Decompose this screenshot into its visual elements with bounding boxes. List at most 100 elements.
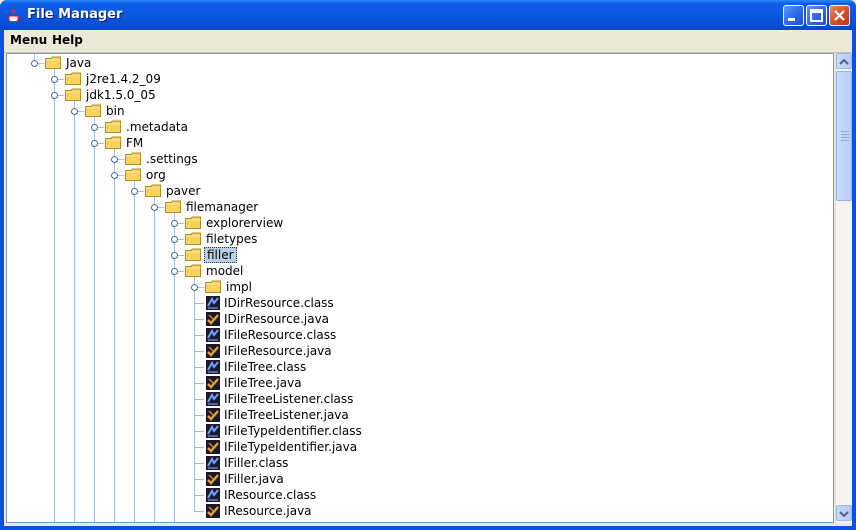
tree-node-label[interactable]: IFileTreeListener.class: [222, 391, 355, 407]
tree-node-label[interactable]: IFileTreeListener.java: [222, 407, 351, 423]
folder-icon: [205, 280, 221, 293]
java-file-icon: [206, 504, 220, 518]
tree-node-label[interactable]: j2re1.4.2_09: [84, 71, 163, 87]
collapse-handle-icon[interactable]: [171, 268, 178, 275]
tree-node-label[interactable]: explorerview: [204, 215, 285, 231]
tree-node-label[interactable]: IFileTypeIdentifier.java: [222, 439, 359, 455]
folder-icon: [65, 72, 81, 85]
tree-folder-node[interactable]: filemanager: [7, 199, 827, 215]
tree-file-node[interactable]: IFileTree.class: [7, 359, 827, 375]
tree-node-label[interactable]: bin: [104, 103, 127, 119]
collapse-handle-icon[interactable]: [31, 60, 38, 67]
tree-file-node[interactable]: IResource.class: [7, 487, 827, 503]
tree-file-node[interactable]: IFiller.java: [7, 471, 827, 487]
scroll-up-button[interactable]: [836, 53, 852, 69]
tree-connector-line: [194, 303, 204, 304]
menu-menu[interactable]: Menu: [10, 33, 47, 47]
tree-folder-node[interactable]: .settings: [7, 151, 827, 167]
expand-handle-icon[interactable]: [171, 220, 178, 227]
tree-node-label[interactable]: IFileResource.class: [222, 327, 338, 343]
tree-node-label[interactable]: model: [204, 263, 245, 279]
tree-node-label[interactable]: filemanager: [184, 199, 260, 215]
tree-folder-node[interactable]: filler: [7, 247, 827, 263]
collapse-handle-icon[interactable]: [131, 188, 138, 195]
tree-node-label[interactable]: FM: [124, 135, 145, 151]
tree-node-label[interactable]: .settings: [144, 151, 200, 167]
java-file-icon: [206, 408, 220, 422]
tree-folder-node[interactable]: explorerview: [7, 215, 827, 231]
folder-icon: [185, 232, 201, 245]
tree-node-label[interactable]: filetypes: [204, 231, 259, 247]
tree-folder-node[interactable]: bin: [7, 103, 827, 119]
tree-node-label[interactable]: IFileResource.java: [222, 343, 334, 359]
tree-file-node[interactable]: IDirResource.java: [7, 311, 827, 327]
class-file-icon: [206, 488, 220, 502]
minimize-button[interactable]: [783, 5, 804, 26]
tree-node-label[interactable]: IFiller.java: [222, 471, 286, 487]
tree-folder-node[interactable]: .metadata: [7, 119, 827, 135]
expand-handle-icon[interactable]: [51, 76, 58, 83]
collapse-handle-icon[interactable]: [51, 92, 58, 99]
java-cup-icon: [8, 8, 21, 22]
tree-node-label[interactable]: IFileTree.class: [222, 359, 308, 375]
tree-node-label[interactable]: IFileTree.java: [222, 375, 304, 391]
tree-node-label[interactable]: IFiller.class: [222, 455, 290, 471]
expand-handle-icon[interactable]: [111, 156, 118, 163]
tree-node-label[interactable]: impl: [224, 279, 254, 295]
java-file-icon: [206, 312, 220, 326]
tree-node-label[interactable]: .metadata: [124, 119, 190, 135]
scroll-down-button[interactable]: [836, 505, 852, 521]
close-button[interactable]: [829, 5, 850, 26]
tree-folder-node[interactable]: jdk1.5.0_05: [7, 87, 827, 103]
arrow-down-icon: [839, 511, 849, 518]
tree-file-node[interactable]: IFileResource.java: [7, 343, 827, 359]
tree-node-label[interactable]: jdk1.5.0_05: [84, 87, 158, 103]
window-client: Menu Help Java j2re1.4.2_09 jdk1.5.0_05 bin…: [4, 30, 852, 526]
tree-node-label[interactable]: IResource.java: [222, 503, 314, 519]
tree-folder-node[interactable]: impl: [7, 279, 827, 295]
tree-file-node[interactable]: IDirResource.class: [7, 295, 827, 311]
scroll-thumb[interactable]: [836, 71, 852, 201]
tree-node-label[interactable]: IDirResource.class: [222, 295, 336, 311]
tree-file-node[interactable]: IResource.java: [7, 503, 827, 519]
tree-node-label[interactable]: paver: [164, 183, 202, 199]
maximize-button[interactable]: [806, 5, 827, 26]
vertical-scrollbar[interactable]: [835, 53, 852, 523]
tree-folder-node[interactable]: Java: [7, 55, 827, 71]
tree-folder-node[interactable]: model: [7, 263, 827, 279]
tree-file-node[interactable]: IFiller.class: [7, 455, 827, 471]
tree-file-node[interactable]: IFileResource.class: [7, 327, 827, 343]
folder-icon: [185, 264, 201, 277]
tree-folder-node[interactable]: j2re1.4.2_09: [7, 71, 827, 87]
collapse-handle-icon[interactable]: [91, 140, 98, 147]
folder-icon: [165, 200, 181, 213]
tree-folder-node[interactable]: filetypes: [7, 231, 827, 247]
expand-handle-icon[interactable]: [171, 236, 178, 243]
tree-file-node[interactable]: IFileTree.java: [7, 375, 827, 391]
tree-folder-node[interactable]: paver: [7, 183, 827, 199]
menu-help[interactable]: Help: [52, 33, 83, 47]
tree-node-label[interactable]: IResource.class: [222, 487, 318, 503]
title-bar[interactable]: File Manager: [0, 0, 856, 30]
collapse-handle-icon[interactable]: [111, 172, 118, 179]
java-file-icon: [206, 440, 220, 454]
collapse-handle-icon[interactable]: [71, 108, 78, 115]
expand-handle-icon[interactable]: [191, 284, 198, 291]
tree-node-label[interactable]: org: [144, 167, 168, 183]
tree-file-node[interactable]: IFileTreeListener.class: [7, 391, 827, 407]
tree-node-label[interactable]: filler: [204, 247, 237, 263]
tree-node-label[interactable]: IFileTypeIdentifier.class: [222, 423, 364, 439]
tree-node-label[interactable]: Java: [64, 55, 93, 71]
folder-icon: [185, 216, 201, 229]
tree-folder-node[interactable]: FM: [7, 135, 827, 151]
tree-node-label[interactable]: IDirResource.java: [222, 311, 331, 327]
tree-folder-node[interactable]: org: [7, 167, 827, 183]
file-tree[interactable]: Java j2re1.4.2_09 jdk1.5.0_05 bin .metadata F…: [6, 53, 834, 523]
tree-file-node[interactable]: IFileTypeIdentifier.class: [7, 423, 827, 439]
tree-file-node[interactable]: IFileTypeIdentifier.java: [7, 439, 827, 455]
collapse-handle-icon[interactable]: [151, 204, 158, 211]
tree-connector-line: [194, 415, 204, 416]
tree-file-node[interactable]: IFileTreeListener.java: [7, 407, 827, 423]
expand-handle-icon[interactable]: [91, 124, 98, 131]
expand-handle-icon[interactable]: [171, 252, 178, 259]
